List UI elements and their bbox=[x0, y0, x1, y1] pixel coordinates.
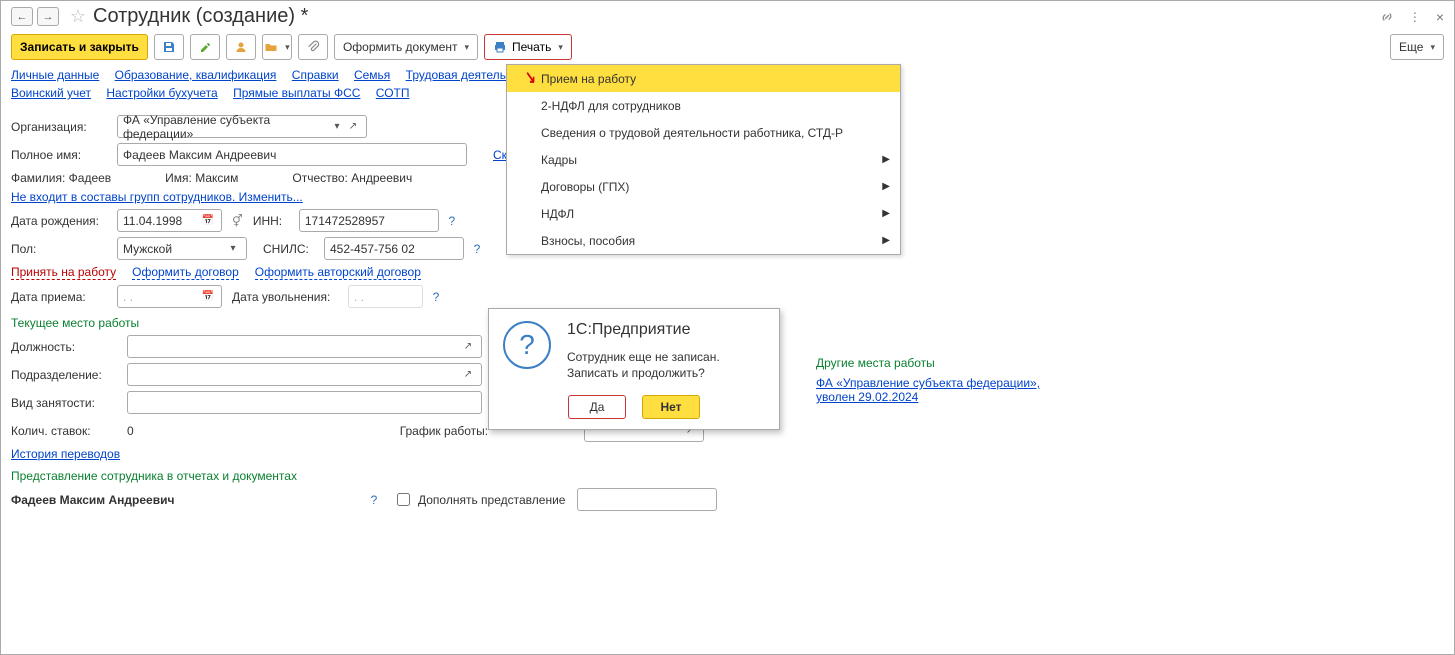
fire-date-input: . . bbox=[348, 285, 423, 308]
open-icon[interactable]: ↗ bbox=[460, 365, 476, 384]
other-workplace-link[interactable]: ФА «Управление субъекта федерации», увол… bbox=[816, 376, 1046, 404]
print-menu-item-fees[interactable]: Взносы, пособия▶ bbox=[507, 227, 900, 254]
print-menu-item-hire[interactable]: ↘ Прием на работу bbox=[507, 65, 900, 92]
dialog-text: Сотрудник еще не записан. Записать и про… bbox=[567, 349, 720, 381]
birth-input[interactable]: 11.04.1998 📅 bbox=[117, 209, 222, 232]
chevron-right-icon: ▶ bbox=[882, 154, 890, 165]
sex-label: Пол: bbox=[11, 242, 111, 256]
hire-date-label: Дата приема: bbox=[11, 290, 111, 304]
hire-link[interactable]: Принять на работу bbox=[11, 265, 116, 280]
snils-label: СНИЛС: bbox=[263, 242, 318, 256]
forward-button[interactable]: → bbox=[37, 7, 59, 26]
tab-buh[interactable]: Настройки бухучета bbox=[106, 86, 217, 100]
help-icon[interactable]: ? bbox=[367, 493, 381, 507]
kebab-icon[interactable]: ⋮ bbox=[1409, 10, 1422, 24]
rates-value: 0 bbox=[127, 424, 134, 438]
rates-label: Колич. ставок: bbox=[11, 424, 121, 438]
arrow-down-icon: ↘ bbox=[525, 68, 536, 86]
save-button[interactable] bbox=[154, 34, 184, 60]
favorite-icon[interactable]: ☆ bbox=[69, 8, 87, 26]
hire-date-input[interactable]: . . 📅 bbox=[117, 285, 222, 308]
user-button[interactable] bbox=[226, 34, 256, 60]
schedule-label: График работы: bbox=[400, 424, 488, 438]
attach-button[interactable] bbox=[298, 34, 328, 60]
page-title: Сотрудник (создание) * bbox=[93, 5, 308, 28]
fullname-label: Полное имя: bbox=[11, 148, 111, 162]
print-menu-item-2ndfl[interactable]: 2-НДФЛ для сотрудников bbox=[507, 92, 900, 119]
dialog-no-button[interactable]: Нет bbox=[642, 395, 700, 419]
surname-label: Фамилия: Фадеев bbox=[11, 171, 111, 185]
inn-input[interactable]: 171472528957 bbox=[299, 209, 439, 232]
birth-label: Дата рождения: bbox=[11, 214, 111, 228]
print-menu-item-staff[interactable]: Кадры▶ bbox=[507, 146, 900, 173]
toolbar: Записать и закрыть ▾ Оформить документ▾ … bbox=[1, 30, 1454, 64]
confirm-dialog: ? 1С:Предприятие Сотрудник еще не записа… bbox=[488, 308, 780, 430]
close-icon[interactable]: × bbox=[1436, 9, 1444, 25]
print-menu: ↘ Прием на работу 2-НДФЛ для сотрудников… bbox=[506, 64, 901, 255]
tab-fss[interactable]: Прямые выплаты ФСС bbox=[233, 86, 360, 100]
chevron-right-icon: ▶ bbox=[882, 235, 890, 246]
calendar-icon[interactable]: 📅 bbox=[200, 211, 216, 230]
folder-button[interactable]: ▾ bbox=[262, 34, 292, 60]
help-icon[interactable]: ? bbox=[470, 242, 484, 256]
author-contract-link[interactable]: Оформить авторский договор bbox=[255, 265, 421, 280]
repr-title: Представление сотрудника в отчетах и док… bbox=[11, 469, 1444, 483]
open-icon[interactable]: ↗ bbox=[345, 117, 361, 136]
org-label: Организация: bbox=[11, 120, 111, 134]
sex-input[interactable]: Мужской ▾ bbox=[117, 237, 247, 260]
calendar-icon[interactable]: 📅 bbox=[200, 287, 216, 306]
emptype-label: Вид занятости: bbox=[11, 396, 121, 410]
tab-personal[interactable]: Личные данные bbox=[11, 68, 99, 82]
more-button[interactable]: Еще▾ bbox=[1390, 34, 1444, 60]
department-input[interactable]: ↗ bbox=[127, 363, 482, 386]
fullname-input[interactable]: Фадеев Максим Андреевич bbox=[117, 143, 467, 166]
repr-extra-input[interactable] bbox=[577, 488, 717, 511]
tab-sotp[interactable]: СОТП bbox=[376, 86, 410, 100]
link-icon[interactable] bbox=[1379, 9, 1395, 25]
inn-label: ИНН: bbox=[253, 214, 293, 228]
open-icon[interactable]: ↗ bbox=[460, 337, 476, 356]
repr-checkbox[interactable] bbox=[397, 493, 410, 506]
repr-checkbox-label[interactable]: Дополнять представление bbox=[393, 490, 565, 509]
other-workplaces: Другие места работы ФА «Управление субъе… bbox=[816, 356, 1136, 404]
tab-military[interactable]: Воинский учет bbox=[11, 86, 91, 100]
patronymic-label: Отчество: Андреевич bbox=[292, 171, 412, 185]
fire-date-label: Дата увольнения: bbox=[232, 290, 342, 304]
back-button[interactable]: ← bbox=[11, 7, 33, 26]
save-close-button[interactable]: Записать и закрыть bbox=[11, 34, 148, 60]
contract-link[interactable]: Оформить договор bbox=[132, 265, 239, 280]
help-icon[interactable]: ? bbox=[445, 214, 459, 228]
title-row: ← → ☆ Сотрудник (создание) * ⋮ × bbox=[1, 1, 1454, 30]
print-menu-item-ndfl[interactable]: НДФЛ▶ bbox=[507, 200, 900, 227]
make-document-button[interactable]: Оформить документ▾ bbox=[334, 34, 478, 60]
org-input[interactable]: ФА «Управление субъекта федерации» ▾ ↗ bbox=[117, 115, 367, 138]
help-icon[interactable]: ? bbox=[429, 290, 443, 304]
tab-refs[interactable]: Справки bbox=[292, 68, 339, 82]
dialog-yes-button[interactable]: Да bbox=[568, 395, 626, 419]
highlight-button[interactable] bbox=[190, 34, 220, 60]
transfer-history-link[interactable]: История переводов bbox=[11, 447, 120, 461]
chevron-right-icon: ▶ bbox=[882, 208, 890, 219]
dropdown-icon[interactable]: ▾ bbox=[329, 117, 345, 136]
chevron-right-icon: ▶ bbox=[882, 181, 890, 192]
question-icon: ? bbox=[503, 321, 551, 369]
tab-education[interactable]: Образование, квалификация bbox=[115, 68, 277, 82]
other-workplaces-title: Другие места работы bbox=[816, 356, 1136, 370]
gender-icon: ⚥ bbox=[232, 214, 243, 228]
position-label: Должность: bbox=[11, 340, 121, 354]
department-label: Подразделение: bbox=[11, 368, 121, 382]
print-button[interactable]: Печать▾ bbox=[484, 34, 572, 60]
name-label: Имя: Максим bbox=[165, 171, 238, 185]
dialog-title: 1С:Предприятие bbox=[567, 321, 720, 339]
emptype-input[interactable] bbox=[127, 391, 482, 414]
tab-family[interactable]: Семья bbox=[354, 68, 390, 82]
tab-work-history[interactable]: Трудовая деятельн bbox=[406, 68, 513, 82]
dropdown-icon[interactable]: ▾ bbox=[225, 239, 241, 258]
position-input[interactable]: ↗ bbox=[127, 335, 482, 358]
print-menu-item-std-r[interactable]: Сведения о трудовой деятельности работни… bbox=[507, 119, 900, 146]
print-menu-item-contracts[interactable]: Договоры (ГПХ)▶ bbox=[507, 173, 900, 200]
groups-link[interactable]: Не входит в составы групп сотрудников. И… bbox=[11, 190, 303, 204]
snils-input[interactable]: 452-457-756 02 bbox=[324, 237, 464, 260]
repr-value: Фадеев Максим Андреевич bbox=[11, 493, 361, 507]
